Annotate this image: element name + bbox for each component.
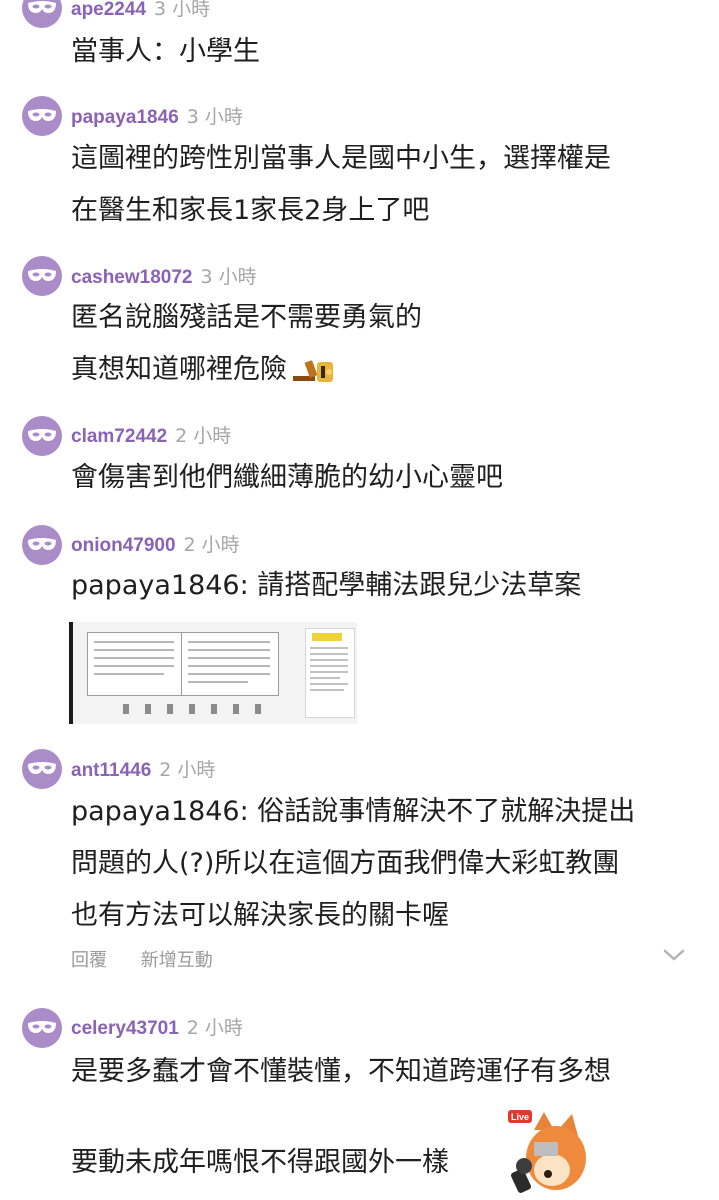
comment-text: 是要多蠢才會不懂裝懂，不知道跨運仔有多想 [71,1056,611,1087]
toolbar-preview [123,704,273,714]
comment-text: papaya1846: 俗話說事情解決不了就解決提出 [71,796,636,827]
comment-text: 真想知道哪裡危險 [71,354,287,385]
timestamp: 2 小時 [183,534,240,556]
timestamp: 2 小時 [186,1017,243,1039]
reply-button[interactable]: 回覆 [71,950,107,971]
comment-header: clam72442 2 小時 [71,421,231,451]
comment-text: 會傷害到他們纖細薄脆的幼小心靈吧 [71,462,503,493]
mask-icon [28,1021,56,1033]
username[interactable]: celery43701 [71,1018,179,1040]
username[interactable]: onion47900 [71,535,176,557]
timestamp: 3 小時 [186,106,243,128]
avatar[interactable] [22,749,62,789]
avatar[interactable] [22,0,62,28]
attached-image[interactable] [69,622,357,724]
mask-icon [28,538,56,550]
comment-header: onion47900 2 小時 [71,530,240,560]
avatar[interactable] [22,96,62,136]
comment-text: papaya1846: 請搭配學輔法跟兒少法草案 [71,570,582,601]
username[interactable]: papaya1846 [71,107,179,129]
comment-text-line: 真想知道哪裡危險 [71,351,337,389]
mask-icon [28,429,56,441]
comment-header: celery43701 2 小時 [71,1013,243,1043]
add-interaction-button[interactable]: 新增互動 [141,950,213,971]
comment-header: papaya1846 3 小時 [71,102,243,132]
mask-icon [28,762,56,774]
timestamp: 3 小時 [154,0,211,20]
comment-text: 要動未成年嗎恨不得跟國外一樣 [71,1147,449,1178]
avatar[interactable] [22,1008,62,1048]
phone-preview [305,628,355,718]
timestamp: 2 小時 [159,759,216,781]
mask-icon [28,269,56,281]
avatar[interactable] [22,525,62,565]
comment-header: cashew18072 3 小時 [71,262,257,292]
comment-actions: 回覆 新增互動 [71,946,241,972]
comment-header: ant11446 2 小時 [71,755,215,785]
live-badge: Live [511,1112,529,1122]
comment-text: 當事人：小學生 [71,36,260,67]
username[interactable]: clam72442 [71,426,167,448]
mask-icon [28,1,56,13]
gavel-emoji-icon [293,359,333,382]
comment-text: 匿名說腦殘話是不需要勇氣的 [71,302,422,333]
comment-text: 也有方法可以解決家長的關卡喔 [71,900,449,931]
timestamp: 3 小時 [200,266,257,288]
chevron-down-icon[interactable] [663,948,685,962]
document-preview [87,632,279,696]
fox-reporter-sticker: Live [508,1110,586,1193]
mask-icon [28,109,56,121]
timestamp: 2 小時 [175,425,232,447]
username[interactable]: ant11446 [71,760,151,782]
comment-text: 在醫生和家長1家長2身上了吧 [71,195,430,226]
comment-header: ape2244 3 小時 [71,0,210,24]
username[interactable]: ape2244 [71,0,146,21]
comment-text: 問題的人(?)所以在這個方面我們偉大彩虹教團 [71,848,620,879]
avatar[interactable] [22,416,62,456]
comment-text: 這圖裡的跨性別當事人是國中小生，選擇權是 [71,143,611,174]
avatar[interactable] [22,256,62,296]
username[interactable]: cashew18072 [71,267,193,289]
